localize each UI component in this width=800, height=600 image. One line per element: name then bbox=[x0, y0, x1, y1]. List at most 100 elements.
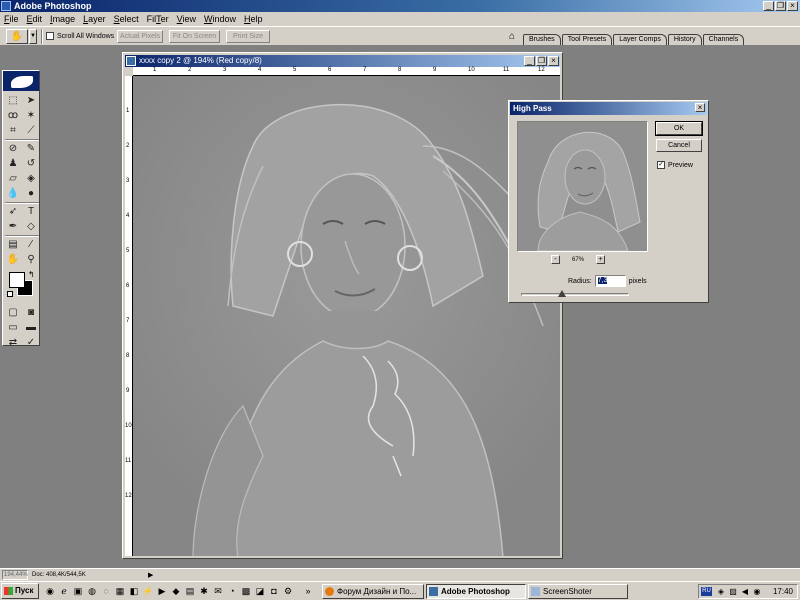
radius-slider-thumb[interactable] bbox=[558, 290, 567, 297]
quicklaunch-clock-icon[interactable]: ◔ bbox=[226, 586, 238, 597]
brush-tool-icon[interactable]: ✎ bbox=[23, 142, 39, 156]
standard-mode-icon[interactable]: ▢ bbox=[5, 306, 21, 320]
healing-brush-tool-icon[interactable]: ⊘ bbox=[5, 142, 21, 156]
minimize-button[interactable]: _ bbox=[763, 1, 774, 11]
crop-tool-icon[interactable]: ⌗ bbox=[5, 124, 21, 138]
task-screenshoter[interactable]: ScreenShoter bbox=[528, 584, 628, 599]
path-selection-tool-icon[interactable]: ➶ bbox=[5, 205, 21, 219]
vertical-ruler[interactable]: 1 2 3 4 5 6 7 8 9 10 11 12 bbox=[125, 76, 133, 556]
doc-minimize-button[interactable]: _ bbox=[524, 56, 535, 66]
quicklaunch-settings-icon[interactable]: ⚙ bbox=[282, 586, 294, 597]
tray-shield-icon[interactable]: ◈ bbox=[716, 587, 726, 597]
quicklaunch-explorer-icon[interactable]: ▦ bbox=[114, 586, 126, 597]
scroll-all-windows-option[interactable]: Scroll All Windows bbox=[46, 32, 114, 40]
quicklaunch-pdf-icon[interactable]: ◪ bbox=[254, 586, 266, 597]
pen-tool-icon[interactable]: ✒ bbox=[5, 220, 21, 234]
menu-select[interactable]: Select bbox=[110, 12, 143, 26]
palette-well-icon[interactable]: ⌂ bbox=[505, 30, 519, 43]
marquee-tool-icon[interactable]: ⬚ bbox=[5, 94, 21, 108]
shape-tool-icon[interactable]: ◇ bbox=[23, 220, 39, 234]
dialog-titlebar[interactable]: High Pass × bbox=[510, 102, 707, 115]
quicklaunch-desktop-icon[interactable]: ▣ bbox=[72, 586, 84, 597]
restore-button[interactable]: ❐ bbox=[775, 1, 786, 11]
quicklaunch-notes-icon[interactable]: ✉ bbox=[212, 586, 224, 597]
filter-preview-window[interactable] bbox=[517, 121, 648, 252]
quicklaunch-media-icon[interactable]: ◍ bbox=[86, 586, 98, 597]
clone-stamp-tool-icon[interactable]: ♟ bbox=[5, 157, 21, 171]
eyedropper-tool-icon[interactable]: ⁄ bbox=[23, 238, 39, 252]
document-titlebar[interactable]: xxxx copy 2 @ 194% (Red copy/8) _ ❐ × bbox=[125, 55, 560, 67]
tab-layer-comps[interactable]: Layer Comps bbox=[613, 34, 667, 45]
doc-restore-button[interactable]: ❐ bbox=[536, 56, 547, 66]
menu-help[interactable]: Help bbox=[240, 12, 267, 26]
fit-on-screen-button[interactable]: Fit On Screen bbox=[169, 30, 220, 43]
radius-slider-track[interactable] bbox=[521, 293, 629, 296]
quicklaunch-media-player-icon[interactable]: ▶ bbox=[156, 586, 168, 597]
menu-file[interactable]: File bbox=[0, 12, 23, 26]
tab-tool-presets[interactable]: Tool Presets bbox=[561, 34, 613, 45]
tray-app-icon[interactable]: ◉ bbox=[752, 587, 762, 597]
image-canvas[interactable] bbox=[133, 76, 560, 556]
tray-network-icon[interactable]: ▨ bbox=[728, 587, 738, 597]
move-tool-icon[interactable]: ➤ bbox=[23, 94, 39, 108]
history-brush-tool-icon[interactable]: ↺ bbox=[23, 157, 39, 171]
foreground-color-swatch[interactable] bbox=[9, 272, 25, 288]
quicklaunch-photoshop-icon[interactable]: ◆ bbox=[170, 586, 182, 597]
menu-edit[interactable]: Edit bbox=[23, 12, 47, 26]
magic-wand-tool-icon[interactable]: ✶ bbox=[23, 109, 39, 123]
start-button[interactable]: Пуск bbox=[1, 583, 39, 599]
slice-tool-icon[interactable]: ⟋ bbox=[23, 124, 39, 138]
hand-tool-icon[interactable]: ✋ bbox=[5, 253, 21, 267]
zoom-tool-icon[interactable]: ⚲ bbox=[23, 253, 39, 267]
doc-close-button[interactable]: × bbox=[548, 56, 559, 66]
task-adobe-photoshop[interactable]: Adobe Photoshop bbox=[426, 584, 526, 599]
hand-tool-preset-button[interactable]: ✋ bbox=[6, 29, 28, 44]
tab-brushes[interactable]: Brushes bbox=[523, 34, 561, 45]
menu-filter[interactable]: FilTer bbox=[143, 12, 173, 26]
extra-tool-icon[interactable]: ✓ bbox=[23, 336, 39, 350]
swap-colors-icon[interactable]: ↰ bbox=[28, 270, 35, 279]
full-screen-mode-icon[interactable]: ▬ bbox=[23, 321, 39, 335]
eraser-tool-icon[interactable]: ▱ bbox=[5, 172, 21, 186]
screen-mode-icon[interactable]: ▭ bbox=[5, 321, 21, 335]
quicklaunch-app-icon[interactable]: ◌ bbox=[100, 586, 112, 597]
language-indicator[interactable]: RU bbox=[701, 587, 712, 596]
blur-tool-icon[interactable]: 💧 bbox=[5, 187, 21, 201]
zoom-out-button[interactable]: - bbox=[551, 255, 560, 264]
menu-layer[interactable]: Layer bbox=[79, 12, 110, 26]
radius-input[interactable]: 7,3 bbox=[594, 275, 626, 287]
task-forum-browser[interactable]: Форум Дизайн и По... bbox=[322, 584, 424, 599]
menu-window[interactable]: Window bbox=[200, 12, 240, 26]
paint-bucket-tool-icon[interactable]: ◈ bbox=[23, 172, 39, 186]
status-menu-arrow-icon[interactable]: ▶ bbox=[148, 571, 153, 579]
quicklaunch-tool-icon[interactable]: ✱ bbox=[198, 586, 210, 597]
scroll-all-windows-checkbox[interactable] bbox=[46, 32, 54, 40]
horizontal-ruler[interactable]: 1 2 3 4 5 6 7 8 9 10 11 12 bbox=[133, 67, 560, 76]
ok-button[interactable]: OK bbox=[655, 121, 703, 136]
dialog-close-button[interactable]: × bbox=[695, 103, 705, 112]
toolbox-header[interactable] bbox=[3, 71, 39, 91]
quicklaunch-firefox-icon[interactable]: ◉ bbox=[44, 586, 56, 597]
quicklaunch-image-icon[interactable]: ▩ bbox=[240, 586, 252, 597]
dodge-tool-icon[interactable]: ● bbox=[23, 187, 39, 201]
quicklaunch-paint-icon[interactable]: ◘ bbox=[268, 586, 280, 597]
quicklaunch-acrobat-icon[interactable]: ◧ bbox=[128, 586, 140, 597]
quick-mask-mode-icon[interactable]: ◙ bbox=[23, 306, 39, 320]
close-button[interactable]: × bbox=[787, 1, 798, 11]
tray-volume-icon[interactable]: ◀ bbox=[740, 587, 750, 597]
type-tool-icon[interactable]: T bbox=[23, 205, 39, 219]
print-size-button[interactable]: Print Size bbox=[226, 30, 270, 43]
notes-tool-icon[interactable]: ▤ bbox=[5, 238, 21, 252]
zoom-level-field[interactable]: 194,44% bbox=[2, 570, 28, 580]
preview-checkbox[interactable]: ✓ bbox=[657, 161, 665, 169]
menu-view[interactable]: View bbox=[173, 12, 200, 26]
preview-option[interactable]: ✓ Preview bbox=[657, 161, 693, 169]
tab-channels[interactable]: Channels bbox=[702, 34, 745, 45]
quicklaunch-ie-icon[interactable]: ℯ bbox=[58, 586, 70, 597]
tool-preset-dropdown[interactable]: ▼ bbox=[29, 29, 37, 44]
default-colors-icon[interactable] bbox=[7, 291, 13, 297]
quicklaunch-folder-icon[interactable]: ▤ bbox=[184, 586, 196, 597]
menu-image[interactable]: Image bbox=[46, 12, 79, 26]
quicklaunch-overflow-icon[interactable]: » bbox=[302, 586, 314, 597]
quicklaunch-winamp-icon[interactable]: ⚡ bbox=[142, 586, 154, 597]
